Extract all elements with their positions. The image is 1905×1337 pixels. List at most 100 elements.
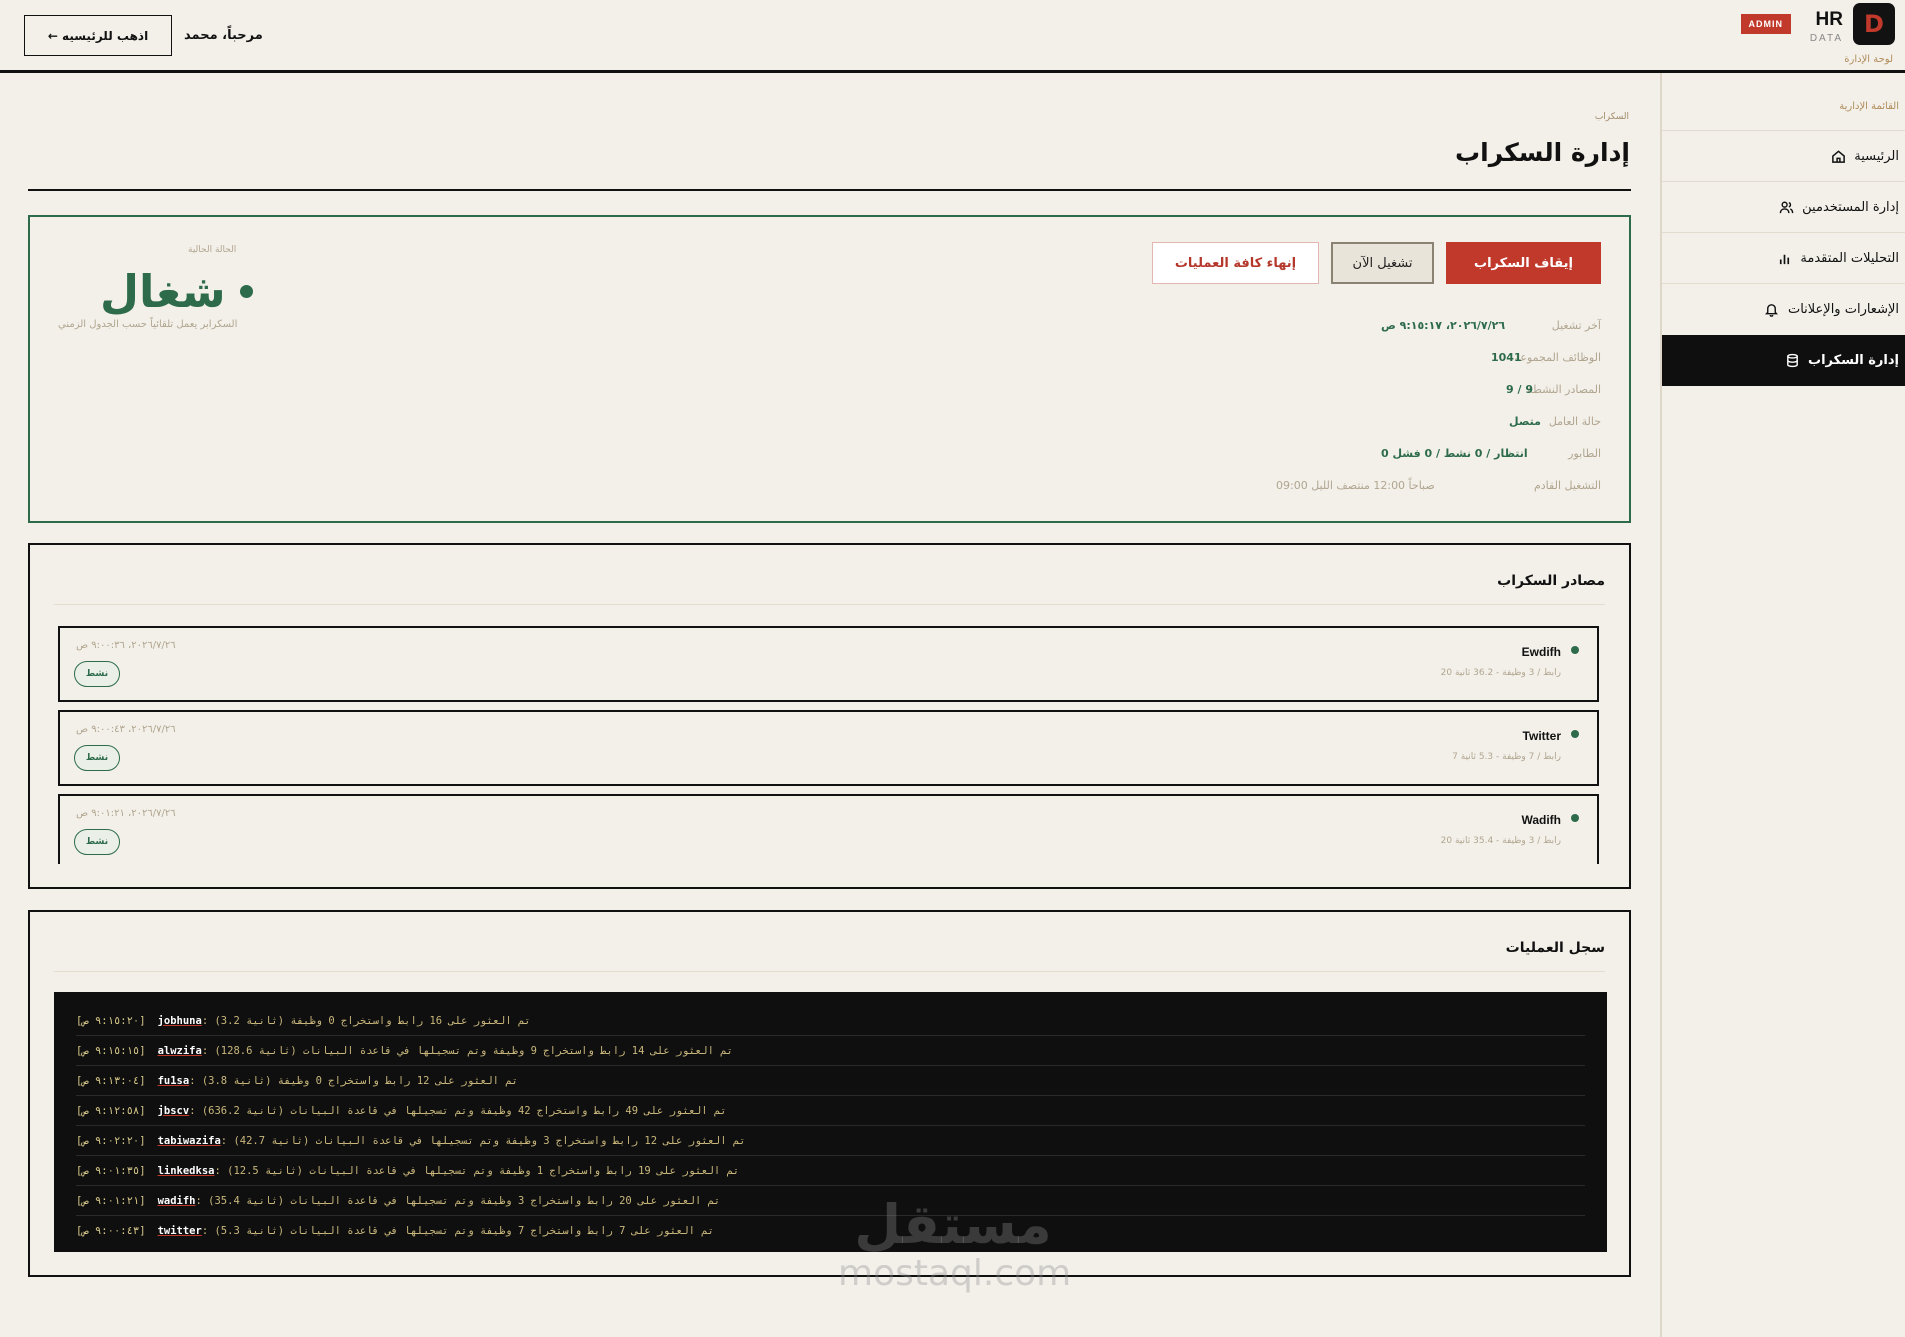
log-line: [٩:٠١:٢١ ص] wadifh : (35.4 ثانية) تم الع…	[76, 1186, 1585, 1216]
log-line: [٩:١٢:٥٨ ص] jbscv : (636.2 ثانية) تم الع…	[76, 1096, 1585, 1126]
source-meta: 20 رابط / 3 وظيفة - 35.4 ثانية	[1440, 836, 1561, 846]
current-status-label: الحالة الحالية	[188, 245, 237, 255]
home-icon	[1830, 148, 1846, 164]
top-bar: D HR DATA ADMIN لوحة الإدارة مرحباً، محم…	[0, 0, 1905, 73]
log-line: [٩:١٥:٢٠ ص] jobhuna : (3.2 ثانية) تم الع…	[76, 1006, 1585, 1036]
source-meta: 7 رابط / 7 وظيفة - 5.3 ثانية	[1452, 752, 1561, 762]
sidebar-item-analytics[interactable]: التحليلات المتقدمة	[1662, 232, 1905, 283]
log-time: [٩:٠١:٢١ ص]	[76, 1194, 146, 1207]
sidebar-item-users[interactable]: إدارة المستخدمين	[1662, 181, 1905, 232]
log-terminal[interactable]: [٩:١٥:٢٠ ص] jobhuna : (3.2 ثانية) تم الع…	[54, 992, 1607, 1252]
log-time: [٩:١٢:٥٨ ص]	[76, 1104, 146, 1117]
status-indicator: شغال	[100, 265, 253, 318]
stop-scraper-button[interactable]: إيقاف السكراب	[1446, 242, 1601, 284]
page-title: إدارة السكراب	[1455, 138, 1630, 167]
sidebar-item-scraper[interactable]: إدارة السكراب	[1662, 335, 1905, 386]
log-message: : (12.5 ثانية) تم العثور على 19 رابط واس…	[214, 1164, 740, 1177]
log-title: سجل العمليات	[1505, 940, 1605, 956]
brand[interactable]: D HR DATA ADMIN لوحة الإدارة	[1635, 3, 1895, 69]
sources-title: مصادر السكراب	[1497, 573, 1605, 589]
operations-log-card: سجل العمليات [٩:١٥:٢٠ ص] jobhuna : (3.2 …	[28, 910, 1631, 1277]
divider	[54, 604, 1605, 605]
status-description: السكرابر يعمل تلقائياً حسب الجدول الزمني	[58, 319, 238, 330]
sources-card: مصادر السكراب Ewdifh 20 رابط / 3 وظيفة -…	[28, 543, 1631, 889]
sidebar-item-label: الإشعارات والإعلانات	[1787, 301, 1899, 317]
log-line: [٩:١٥:١٥ ص] alwzifa : (128.6 ثانية) تم ا…	[76, 1036, 1585, 1066]
go-home-button[interactable]: ← اذهب للرئيسيه	[24, 15, 172, 56]
field-value: 09:00 صباحاً 12:00 منتصف الليل	[1276, 479, 1435, 492]
log-line: [٩:٠٠:٤٣ ص] twitter : (5.3 ثانية) تم الع…	[76, 1216, 1585, 1246]
role-badge: ADMIN	[1740, 14, 1791, 34]
log-source: alwzifa	[157, 1044, 202, 1057]
source-name: Twitter	[1522, 729, 1561, 743]
log-message: : (35.4 ثانية) تم العثور على 20 رابط واس…	[195, 1194, 721, 1207]
log-time: [٩:٠٠:٤٣ ص]	[76, 1225, 146, 1237]
database-icon	[1784, 353, 1800, 369]
sidebar-item-label: إدارة المستخدمين	[1802, 199, 1899, 215]
log-message: : (3.2 ثانية) تم العثور على 16 رابط واست…	[201, 1014, 531, 1027]
log-time: [٩:٠١:٣٥ ص]	[76, 1164, 146, 1177]
dashboard-label: لوحة الإدارة	[1844, 54, 1893, 65]
brand-subtitle: DATA	[1809, 33, 1843, 44]
log-source: twitter	[157, 1225, 202, 1237]
source-item[interactable]: Ewdifh 20 رابط / 3 وظيفة - 36.2 ثانية ٢٠…	[58, 626, 1599, 702]
breadcrumb[interactable]: السكراب	[1595, 112, 1629, 122]
log-line: [٩:٠١:٣٥ ص] linkedksa : (12.5 ثانية) تم …	[76, 1156, 1585, 1186]
last-run-field: آخر تشغيل ٢٠٢٦/٧/٢٦، ٩:١٥:١٧ ص	[1381, 319, 1601, 339]
log-source: jobhuna	[157, 1014, 202, 1027]
log-time: [٩:١٥:١٥ ص]	[76, 1044, 146, 1057]
run-now-button[interactable]: تشغيل الآن	[1331, 242, 1434, 284]
jobs-collected-field: الوظائف المجموعة 1041	[1381, 351, 1601, 371]
log-message: : (42.7 ثانية) تم العثور على 12 رابط واس…	[220, 1134, 746, 1147]
brand-logo: D	[1853, 3, 1895, 45]
field-label: الوظائف المجموعة	[1514, 351, 1601, 364]
users-icon	[1778, 199, 1794, 215]
status-badge: نشط	[74, 661, 120, 687]
scraper-status-card: إيقاف السكراب تشغيل الآن إنهاء كافة العم…	[28, 215, 1631, 523]
field-label: حالة العامل	[1548, 415, 1601, 428]
sidebar-item-label: إدارة السكراب	[1808, 353, 1899, 368]
sidebar-item-label: التحليلات المتقدمة	[1800, 250, 1899, 266]
bell-icon	[1764, 301, 1780, 317]
source-name: Ewdifh	[1521, 645, 1561, 659]
sidebar-item-home[interactable]: الرئيسية	[1662, 130, 1905, 181]
status-text: شغال	[100, 265, 226, 318]
status-badge: نشط	[74, 745, 120, 771]
queue-field: الطابور 0 انتظار / 0 نشط / 0 فشل	[1381, 447, 1601, 467]
log-message: : (636.2 ثانية) تم العثور على 49 رابط وا…	[189, 1104, 727, 1117]
field-value: ٢٠٢٦/٧/٢٦، ٩:١٥:١٧ ص	[1381, 319, 1506, 332]
log-time: [٩:١٥:٢٠ ص]	[76, 1014, 146, 1027]
bar-chart-icon	[1776, 250, 1792, 266]
sidebar: القائمة الإدارية الرئيسية إدارة المستخدم…	[1660, 73, 1905, 1337]
sidebar-item-label: الرئيسية	[1854, 148, 1899, 164]
log-source: tabiwazifa	[157, 1134, 221, 1147]
field-value: متصل	[1509, 415, 1541, 428]
sidebar-item-notifications[interactable]: الإشعارات والإعلانات	[1662, 283, 1905, 334]
divider	[54, 971, 1605, 972]
sidebar-title: القائمة الإدارية	[1839, 101, 1899, 112]
worker-status-field: حالة العامل متصل	[1381, 415, 1601, 435]
field-label: الطابور	[1568, 447, 1601, 460]
log-source: wadifh	[157, 1194, 196, 1207]
active-dot-icon	[1571, 814, 1579, 822]
log-time: [٩:١٣:٠٤ ص]	[76, 1074, 146, 1087]
active-dot-icon	[1571, 646, 1579, 654]
kill-all-button[interactable]: إنهاء كافة العمليات	[1152, 242, 1319, 284]
field-label: التشغيل القادم	[1533, 479, 1601, 492]
status-dot-icon	[239, 285, 253, 298]
log-time: [٩:٠٢:٢٠ ص]	[76, 1134, 146, 1147]
sources-list[interactable]: Ewdifh 20 رابط / 3 وظيفة - 36.2 ثانية ٢٠…	[58, 626, 1599, 864]
log-message: : (128.6 ثانية) تم العثور على 14 رابط وا…	[201, 1044, 733, 1057]
field-label: المصادر النشطة	[1527, 383, 1601, 396]
log-line: [٩:١٣:٠٤ ص] fu1sa : (3.8 ثانية) تم العثو…	[76, 1066, 1585, 1096]
source-date: ٢٠٢٦/٧/٢٦، ٩:٠٠:٤٣ ص	[76, 724, 176, 735]
active-dot-icon	[1571, 730, 1579, 738]
log-source: linkedksa	[157, 1164, 215, 1177]
source-item[interactable]: Wadifh 20 رابط / 3 وظيفة - 35.4 ثانية ٢٠…	[58, 794, 1599, 864]
field-value: 9 / 9	[1506, 383, 1533, 396]
active-sources-field: المصادر النشطة 9 / 9	[1381, 383, 1601, 403]
field-value: 1041	[1491, 351, 1522, 364]
field-value: 0 انتظار / 0 نشط / 0 فشل	[1381, 447, 1528, 460]
log-message: : (3.8 ثانية) تم العثور على 12 رابط واست…	[189, 1074, 518, 1087]
source-item[interactable]: Twitter 7 رابط / 7 وظيفة - 5.3 ثانية ٢٠٢…	[58, 710, 1599, 786]
